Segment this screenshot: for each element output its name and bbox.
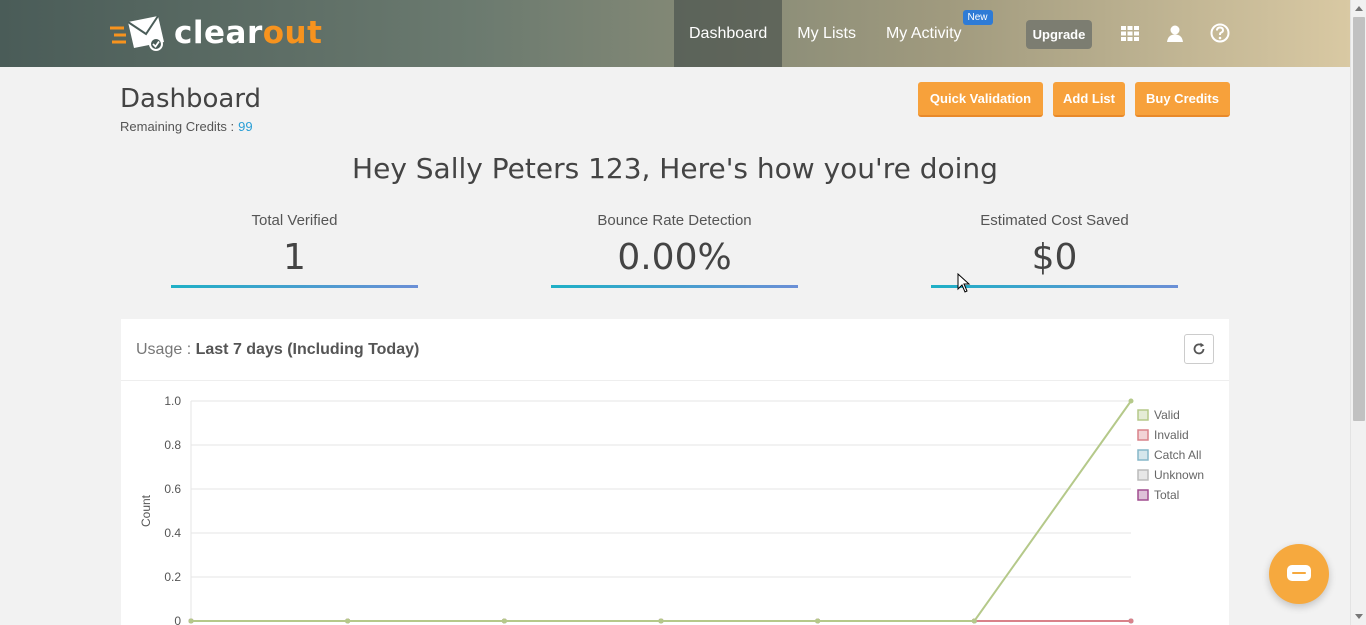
clearout-logo[interactable]: clearout [110, 14, 322, 52]
stat-label: Total Verified [251, 212, 338, 229]
logo-envelope-icon [110, 15, 164, 51]
data-point [501, 618, 507, 624]
legend-label: Valid [1154, 408, 1180, 422]
quick-validation-button[interactable]: Quick Validation [918, 82, 1043, 117]
credits-value[interactable]: 99 [238, 119, 252, 134]
stat-value: 1 [283, 237, 306, 278]
data-point [971, 618, 977, 624]
legend-label: Catch All [1154, 448, 1201, 462]
refresh-icon [1193, 342, 1205, 355]
y-tick-label: 0.8 [164, 438, 181, 452]
scrollbar-thumb[interactable] [1353, 17, 1365, 421]
usage-line-chart: 1.0 0.8 0.6 0.4 0.2 0 Count Valid Invalid Catch A… [139, 394, 1204, 625]
chat-widget-button[interactable] [1269, 544, 1329, 604]
mouse-cursor-icon [957, 273, 971, 293]
y-tick-label: 0.6 [164, 482, 181, 496]
usage-date-range: Last 7 days (Including Today) [195, 341, 420, 358]
stat-label: Estimated Cost Saved [980, 212, 1129, 229]
legend-swatch [1137, 449, 1149, 461]
nav-my-lists[interactable]: My Lists [782, 0, 871, 67]
legend-swatch [1137, 429, 1149, 441]
y-tick-label: 0.4 [164, 526, 181, 540]
data-point [345, 618, 351, 624]
logo-wordmark: clearout [174, 15, 323, 51]
top-navbar: clearout Dashboard My Lists My Activity … [0, 0, 1350, 67]
legend-label: Invalid [1154, 428, 1189, 442]
y-tick-label: 0.2 [164, 570, 181, 584]
stat-underline [551, 285, 798, 288]
legend-label: Unknown [1154, 468, 1204, 482]
legend-swatch [1137, 489, 1149, 501]
stat-value: 0.00% [617, 237, 732, 278]
stat-label: Bounce Rate Detection [597, 212, 752, 229]
legend-label: Total [1154, 488, 1179, 502]
refresh-button[interactable] [1184, 334, 1214, 364]
page-scrollbar[interactable] [1350, 0, 1366, 625]
stat-total-verified: Total Verified 1 [171, 212, 418, 288]
help-icon[interactable] [1209, 22, 1231, 44]
main-nav: Dashboard My Lists My Activity New [674, 0, 993, 67]
nav-my-lists-label: My Lists [797, 24, 856, 42]
stat-bounce-rate: Bounce Rate Detection 0.00% [551, 212, 798, 288]
chat-bubble-icon [1287, 565, 1311, 581]
data-point [188, 618, 194, 624]
credits-label: Remaining Credits : [120, 119, 235, 134]
usage-title-prefix: Usage : [136, 341, 192, 358]
add-list-button[interactable]: Add List [1053, 82, 1125, 117]
nav-my-activity[interactable]: My Activity New [871, 0, 993, 67]
data-point [1128, 618, 1134, 624]
usage-panel: Usage : Last 7 days (Including Today) 1.… [121, 319, 1229, 625]
legend-swatch [1137, 409, 1149, 421]
nav-my-activity-label: My Activity [885, 24, 962, 42]
series-line-valid [191, 400, 1132, 622]
y-tick-label: 1.0 [164, 394, 181, 408]
page-title: Dashboard [120, 84, 262, 114]
y-axis-label: Count [139, 494, 153, 527]
scroll-up-arrow-icon[interactable] [1354, 4, 1364, 14]
buy-credits-button[interactable]: Buy Credits [1135, 82, 1230, 117]
new-badge: New [962, 10, 993, 25]
usage-title: Usage : Last 7 days (Including Today) [136, 341, 419, 359]
nav-dashboard-label: Dashboard [689, 24, 768, 42]
greeting-text: Hey Sally Peters 123, Here's how you're … [352, 152, 998, 185]
usage-panel-header: Usage : Last 7 days (Including Today) [121, 319, 1229, 381]
data-point [658, 618, 664, 624]
remaining-credits: Remaining Credits :99 [120, 119, 253, 134]
stat-underline [171, 285, 418, 288]
apps-grid-icon[interactable] [1119, 22, 1141, 44]
data-point [1128, 398, 1134, 404]
upgrade-button[interactable]: Upgrade [1026, 20, 1092, 49]
scroll-down-arrow-icon[interactable] [1354, 611, 1364, 621]
y-tick-label: 0 [174, 614, 181, 625]
user-icon[interactable] [1164, 22, 1186, 44]
data-point [815, 618, 821, 624]
nav-dashboard[interactable]: Dashboard [674, 0, 783, 67]
legend-swatch [1137, 469, 1149, 481]
